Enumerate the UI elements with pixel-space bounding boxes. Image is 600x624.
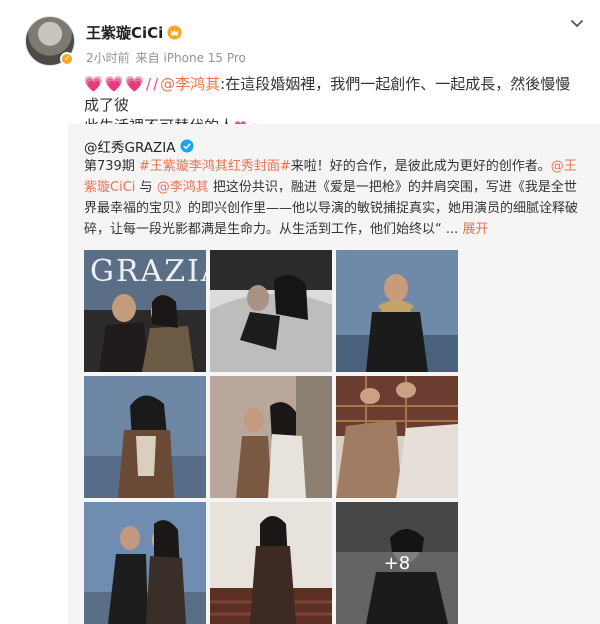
expand-link[interactable]: 展开 — [462, 222, 488, 237]
photo-grid: GRAZIA — [84, 250, 464, 624]
repost-text-line4: 碎，让每一段光影都满是生命力。从生活到工作，他们始终以“ ... — [84, 222, 459, 237]
author-name[interactable]: 王紫璇CiCi — [86, 22, 163, 43]
mention-link[interactable]: @李鸿其 — [157, 180, 209, 195]
repost-text: 第739期 #王紫璇李鸿其红秀封面#来啦！好的合作，是彼此成为更好的创作者。@王… — [84, 156, 590, 240]
repost-author[interactable]: @红秀GRAZIA — [84, 136, 176, 156]
post-source: 来自 iPhone 15 Pro — [135, 51, 246, 65]
photo-6[interactable] — [336, 376, 458, 498]
author-row: 王紫璇CiCi — [86, 22, 182, 42]
repost-text-line3: 界最幸福的宝贝》的即兴创作里——他以导演的敏锐捕捉真实，她用演员的细腻诠释破 — [84, 201, 579, 216]
more-photos-count[interactable]: +8 — [336, 502, 458, 624]
photo-3[interactable] — [336, 250, 458, 372]
photo-2[interactable] — [210, 250, 332, 372]
repost-text-segment: 与 — [139, 180, 153, 195]
post-meta: 2小时前 来自 iPhone 15 Pro — [86, 49, 246, 66]
weibo-post: ✓ 王紫璇CiCi 2小时前 来自 iPhone 15 Pro 💗💗💗//@李鸿… — [0, 0, 600, 624]
mention-link[interactable]: 紫璇CiCi — [84, 180, 135, 195]
verified-icon — [180, 139, 193, 153]
hashtag-link[interactable]: #王紫璇李鸿其红秀封面# — [139, 159, 291, 174]
repost-card[interactable]: @红秀GRAZIA 第739期 #王紫璇李鸿其红秀封面#来啦！好的合作，是彼此成… — [68, 124, 600, 624]
photo-7[interactable] — [84, 502, 206, 624]
chevron-down-icon[interactable] — [568, 14, 586, 32]
magazine-title: GRAZIA — [90, 254, 206, 289]
repost-text-segment: 来啦！好的合作，是彼此成为更好的创作者。 — [290, 159, 551, 174]
post-time: 2小时前 — [86, 51, 130, 65]
issue-number: 第739期 — [84, 159, 135, 174]
hearts-emoji: 💗💗💗// — [84, 75, 161, 93]
photo-5[interactable] — [210, 376, 332, 498]
photo-4[interactable] — [84, 376, 206, 498]
repost-author-row: @红秀GRAZIA — [84, 136, 194, 156]
mention-link[interactable]: @李鸿其 — [160, 75, 220, 93]
photo-9[interactable]: +8 — [336, 502, 458, 624]
crown-icon — [167, 24, 182, 40]
repost-text-segment: 把这份共识，融进《爱是一把枪》的并肩突围，写进《我是全世 — [212, 180, 577, 195]
photo-8[interactable] — [210, 502, 332, 624]
photo-1[interactable]: GRAZIA — [84, 250, 206, 372]
mention-link[interactable]: @王 — [551, 159, 577, 174]
avatar-badge-icon: ✓ — [60, 52, 74, 66]
